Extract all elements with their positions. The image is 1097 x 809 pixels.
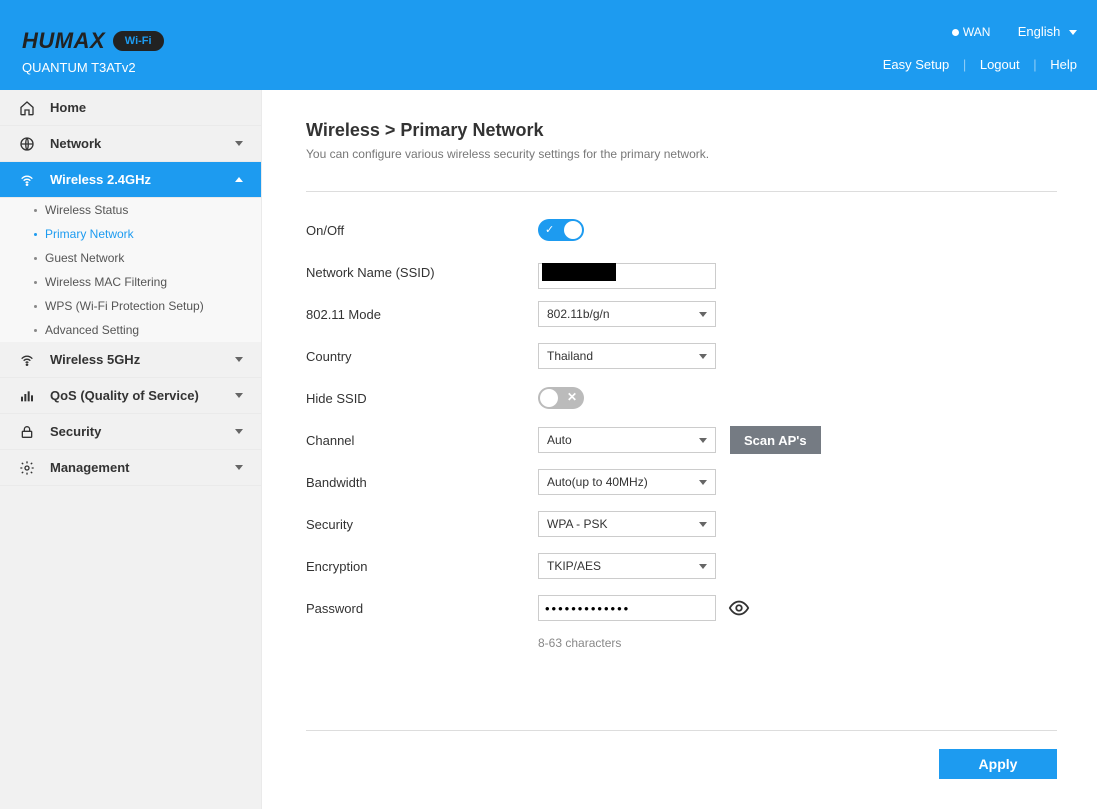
bars-icon (18, 387, 36, 405)
eye-icon[interactable] (728, 597, 750, 619)
easy-setup-link[interactable]: Easy Setup (883, 57, 950, 72)
footer: Apply (306, 730, 1057, 779)
ssid-label: Network Name (SSID) (306, 265, 538, 280)
brand-logo: HUMAX (22, 28, 105, 54)
password-input[interactable] (538, 595, 716, 621)
chevron-down-icon (699, 564, 707, 569)
chevron-down-icon (235, 465, 243, 470)
logo-area: HUMAX Wi-Fi QUANTUM T3ATv2 (22, 28, 164, 75)
nav-wireless-24ghz[interactable]: Wireless 2.4GHz (0, 162, 261, 198)
password-label: Password (306, 601, 538, 616)
home-icon (18, 99, 36, 117)
chevron-down-icon (699, 480, 707, 485)
nav-network[interactable]: Network (0, 126, 261, 162)
password-hint: 8-63 characters (538, 636, 1057, 650)
chevron-down-icon (699, 312, 707, 317)
channel-select[interactable]: Auto (538, 427, 716, 453)
nav-management[interactable]: Management (0, 450, 261, 486)
logout-link[interactable]: Logout (980, 57, 1020, 72)
chevron-down-icon (699, 522, 707, 527)
chevron-up-icon (235, 177, 243, 182)
help-link[interactable]: Help (1050, 57, 1077, 72)
channel-label: Channel (306, 433, 538, 448)
scan-ap-button[interactable]: Scan AP's (730, 426, 821, 454)
nav-home[interactable]: Home (0, 90, 261, 126)
country-label: Country (306, 349, 538, 364)
bandwidth-label: Bandwidth (306, 475, 538, 490)
check-icon: ✓ (545, 223, 554, 236)
onoff-label: On/Off (306, 223, 538, 238)
hide-ssid-label: Hide SSID (306, 391, 538, 406)
header-links: Easy Setup | Logout | Help (883, 57, 1077, 72)
chevron-down-icon (1069, 30, 1077, 35)
wifi-icon (18, 351, 36, 369)
bandwidth-select[interactable]: Auto(up to 40MHz) (538, 469, 716, 495)
sub-wireless-status[interactable]: Wireless Status (0, 198, 261, 222)
country-select[interactable]: Thailand (538, 343, 716, 369)
chevron-down-icon (235, 141, 243, 146)
wan-indicator-icon (952, 29, 959, 36)
page-description: You can configure various wireless secur… (306, 147, 1057, 161)
model-name: QUANTUM T3ATv2 (22, 60, 164, 75)
sub-advanced-setting[interactable]: Advanced Setting (0, 318, 261, 342)
ssid-input[interactable] (538, 263, 716, 289)
apply-button[interactable]: Apply (939, 749, 1057, 779)
mode-select[interactable]: 802.11b/g/n (538, 301, 716, 327)
sub-primary-network[interactable]: Primary Network (0, 222, 261, 246)
mode-label: 802.11 Mode (306, 307, 538, 322)
wan-status: WAN (952, 25, 994, 39)
chevron-down-icon (235, 357, 243, 362)
sub-guest-network[interactable]: Guest Network (0, 246, 261, 270)
chevron-down-icon (699, 438, 707, 443)
chevron-down-icon (235, 393, 243, 398)
nav-wireless-5ghz[interactable]: Wireless 5GHz (0, 342, 261, 378)
hide-ssid-toggle[interactable]: ✕ (538, 387, 584, 409)
sidebar: Home Network Wireless 2.4GHz Wireless St… (0, 90, 262, 809)
security-select[interactable]: WPA - PSK (538, 511, 716, 537)
divider (306, 191, 1057, 192)
header-right: WAN English Easy Setup | Logout | Help (883, 24, 1077, 72)
header: HUMAX Wi-Fi QUANTUM T3ATv2 WAN English E… (0, 0, 1097, 90)
chevron-down-icon (699, 354, 707, 359)
chevron-down-icon (235, 429, 243, 434)
security-label: Security (306, 517, 538, 532)
onoff-toggle[interactable]: ✓ (538, 219, 584, 241)
gear-icon (18, 459, 36, 477)
globe-icon (18, 135, 36, 153)
language-selector[interactable]: English (1018, 24, 1077, 39)
encryption-select[interactable]: TKIP/AES (538, 553, 716, 579)
close-icon: ✕ (567, 390, 577, 404)
sub-wps[interactable]: WPS (Wi-Fi Protection Setup) (0, 294, 261, 318)
wifi-icon (18, 171, 36, 189)
encryption-label: Encryption (306, 559, 538, 574)
sub-mac-filtering[interactable]: Wireless MAC Filtering (0, 270, 261, 294)
page-title: Wireless > Primary Network (306, 120, 1057, 141)
nav-security[interactable]: Security (0, 414, 261, 450)
main-content: Wireless > Primary Network You can confi… (262, 90, 1097, 809)
wifi-badge: Wi-Fi (113, 31, 164, 51)
wireless-24-submenu: Wireless Status Primary Network Guest Ne… (0, 198, 261, 342)
nav-qos[interactable]: QoS (Quality of Service) (0, 378, 261, 414)
lock-icon (18, 423, 36, 441)
